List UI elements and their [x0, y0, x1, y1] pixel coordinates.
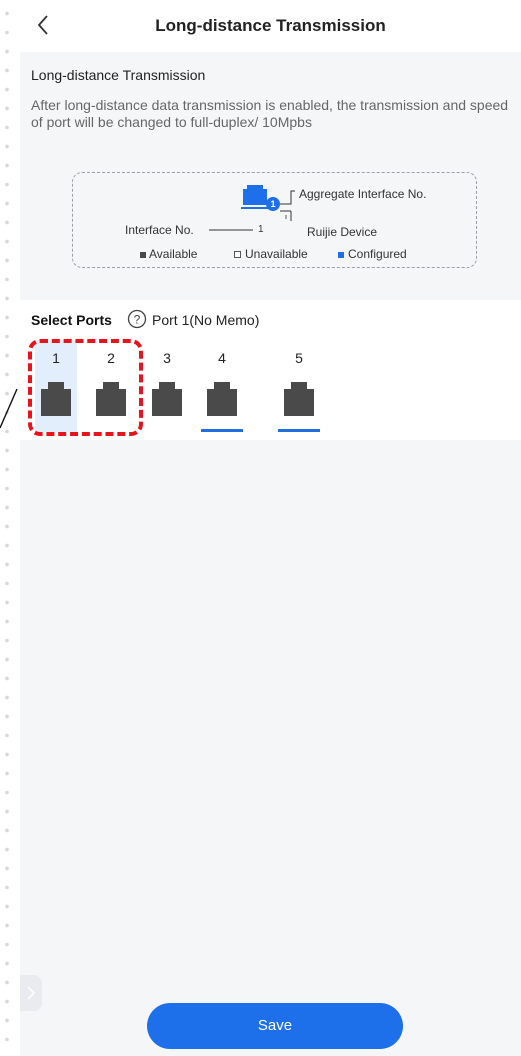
port-4[interactable]: 4	[201, 340, 243, 432]
port-number: 3	[163, 350, 171, 366]
chevron-right-icon	[27, 986, 35, 1000]
top-bar: Long-distance Transmission	[20, 0, 521, 52]
annotation-pointer-line	[0, 388, 18, 429]
ethernet-port-icon	[284, 382, 314, 416]
section-title: Long-distance Transmission	[31, 67, 206, 83]
selected-port-info: Port 1(No Memo)	[152, 312, 260, 328]
configured-underline	[201, 429, 243, 432]
unavailable-label: Unavailable	[245, 247, 308, 261]
port-number: 5	[295, 350, 303, 366]
page-title: Long-distance Transmission	[155, 16, 386, 35]
port-number: 4	[218, 350, 226, 366]
device-label: Ruijie Device	[307, 225, 378, 239]
interface-number: 1	[258, 224, 264, 235]
unavailable-swatch	[234, 251, 241, 258]
ethernet-port-icon	[152, 382, 182, 416]
description-text: After long-distance data transmission is…	[31, 97, 509, 130]
svg-text:?: ?	[134, 313, 141, 327]
save-button[interactable]: Save	[147, 1003, 403, 1049]
interface-no-label: Interface No.	[125, 223, 194, 237]
ethernet-port-icon	[207, 382, 237, 416]
app-screen: Long-distance Transmission Long-distance…	[20, 0, 521, 1056]
configured-swatch	[338, 252, 344, 258]
select-ports-label: Select Ports	[31, 312, 112, 328]
question-circle-icon[interactable]: ?	[127, 309, 147, 329]
port-3[interactable]: 3	[146, 340, 188, 432]
annotation-highlight	[28, 339, 143, 436]
aggregate-interface-label: Aggregate Interface No.	[299, 187, 427, 201]
legend-box: 1 Aggregate Interface No. Interface No. …	[72, 172, 477, 268]
side-collapse-tab[interactable]	[20, 975, 42, 1011]
configured-label: Configured	[348, 247, 407, 261]
available-swatch	[140, 252, 146, 258]
configured-underline	[278, 429, 320, 432]
info-section: Long-distance Transmission After long-di…	[20, 56, 521, 288]
port-5[interactable]: 5	[278, 340, 320, 432]
available-label: Available	[149, 247, 198, 261]
